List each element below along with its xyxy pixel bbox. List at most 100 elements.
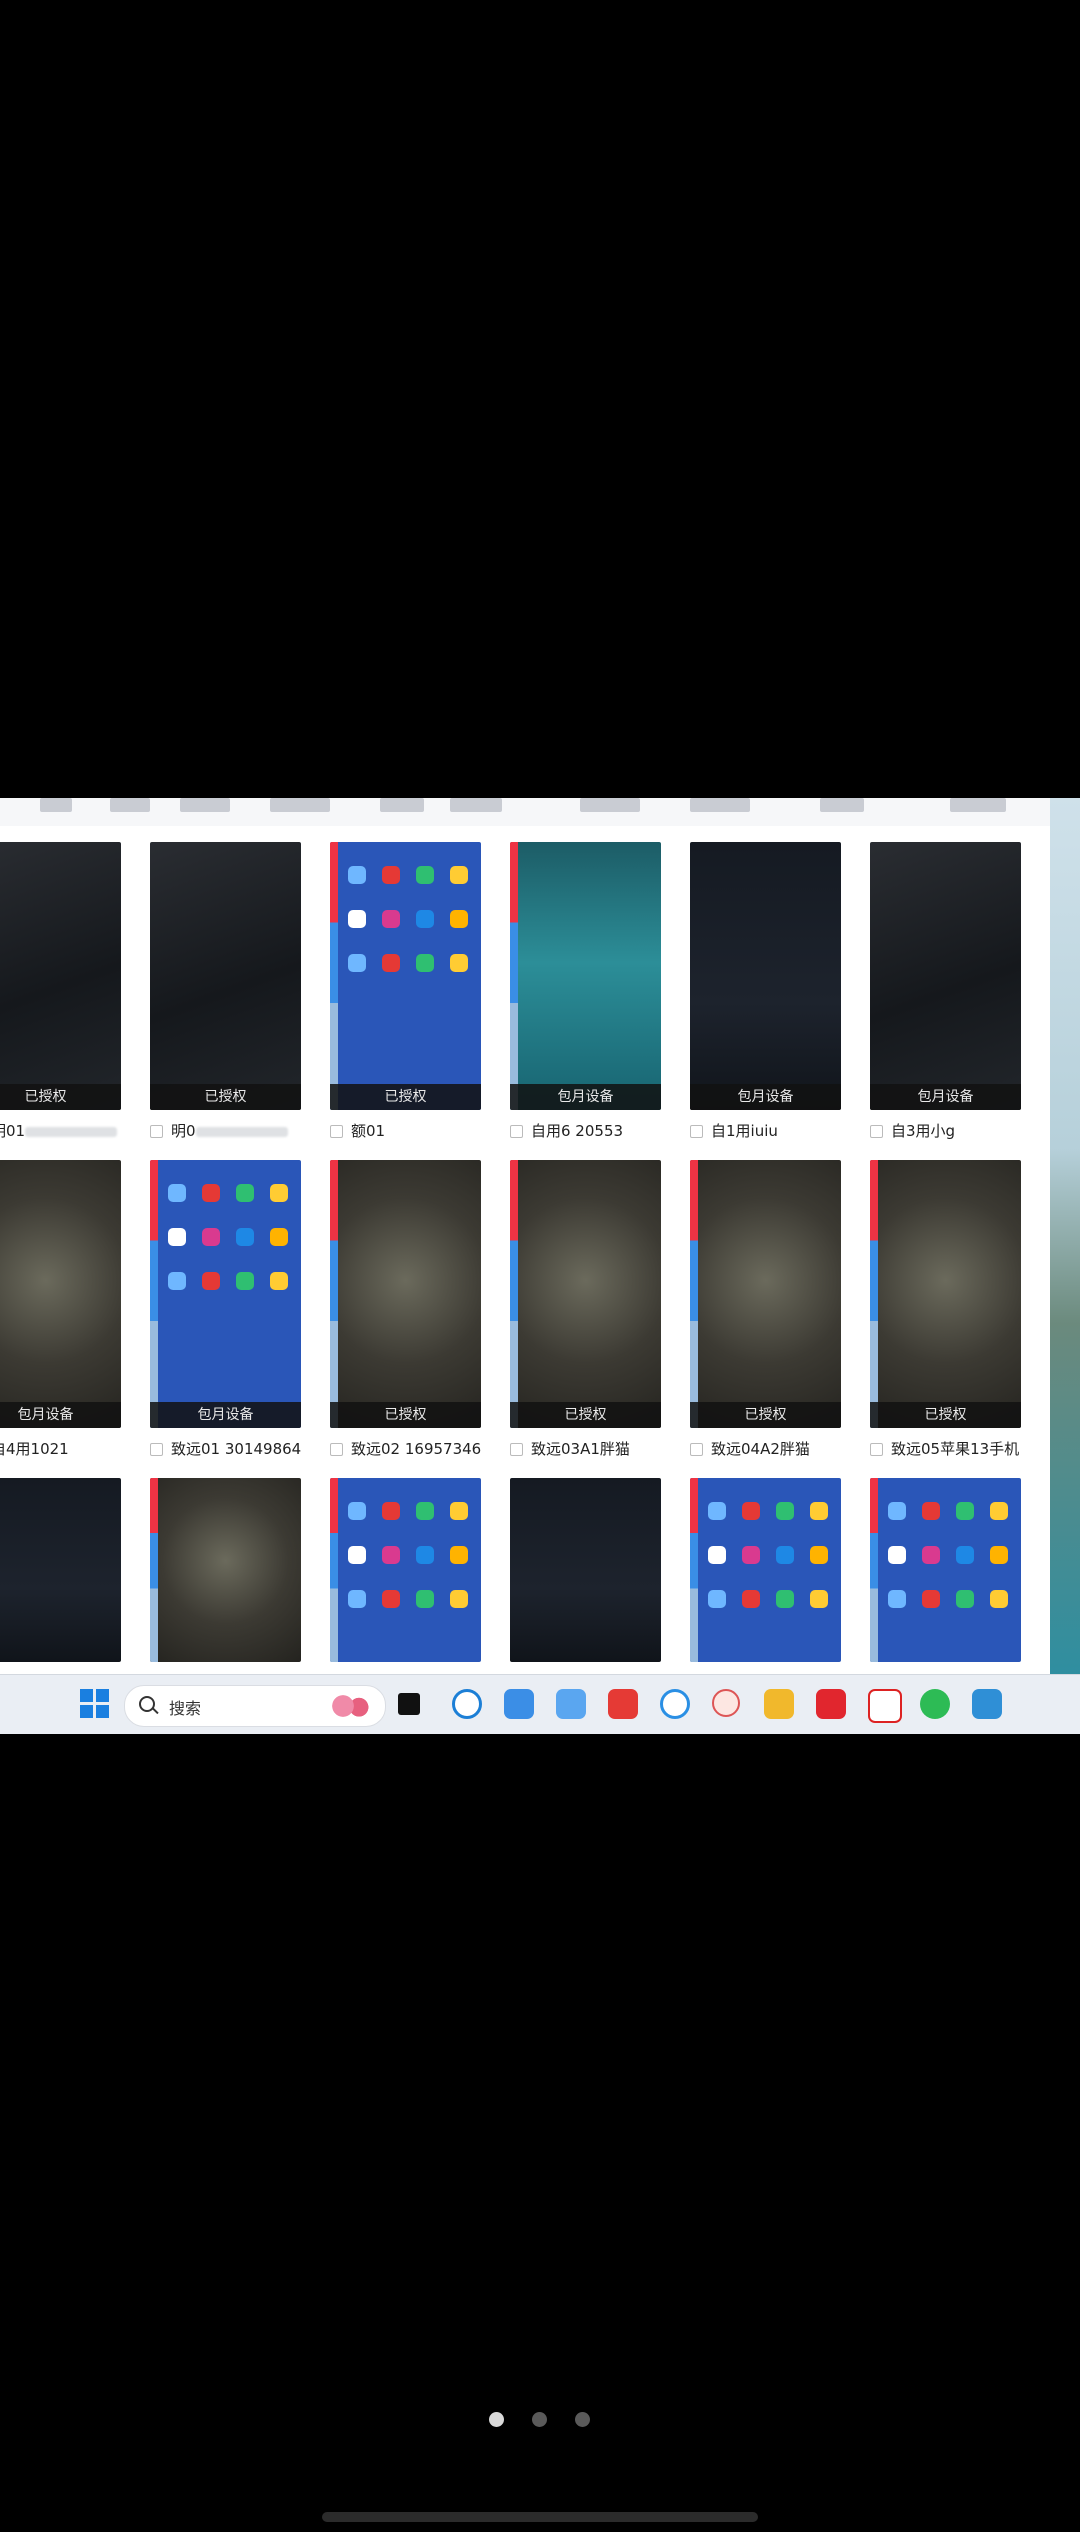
wps-icon[interactable]: [608, 1689, 638, 1719]
app-icon: [450, 954, 468, 972]
app-icon: [168, 1184, 186, 1202]
status-badge: 包月设备: [150, 1402, 301, 1428]
device-screen-thumbnail[interactable]: [510, 1478, 661, 1662]
app-icon: [168, 1228, 186, 1246]
status-strip: [690, 1478, 698, 1662]
device-screen-thumbnail[interactable]: 已授权: [510, 1160, 661, 1428]
device-name: 自1用iuiu: [690, 1120, 841, 1141]
status-badge: 已授权: [330, 1402, 481, 1428]
page-dot[interactable]: [532, 2412, 547, 2427]
stock-app-icon[interactable]: [868, 1689, 902, 1723]
device-screen-thumbnail[interactable]: 已授权: [330, 842, 481, 1110]
qq-app-icon[interactable]: [504, 1689, 534, 1719]
device-name: 致远01 30149864...: [150, 1438, 301, 1459]
device-screen-thumbnail[interactable]: 已授权: [330, 1160, 481, 1428]
app-icon: [956, 1546, 974, 1564]
status-badge: 包月设备: [510, 1084, 661, 1110]
app-icon: [202, 1228, 220, 1246]
device-screen-thumbnail[interactable]: [690, 1478, 841, 1662]
page-dot[interactable]: [489, 2412, 504, 2427]
device-screen-thumbnail[interactable]: 包月设备: [0, 1160, 121, 1428]
device-name-text: 明0: [171, 1122, 196, 1140]
device-screen-thumbnail[interactable]: 已授权: [690, 1160, 841, 1428]
select-checkbox[interactable]: [330, 1443, 343, 1456]
app-icon: [922, 1590, 940, 1608]
app-icon: [956, 1502, 974, 1520]
page-indicator: [0, 2412, 1080, 2428]
app-icon: [888, 1502, 906, 1520]
device-screen-thumbnail[interactable]: 包月设备: [510, 842, 661, 1110]
app-icon: [348, 954, 366, 972]
app-icon: [416, 1590, 434, 1608]
device-screen-thumbnail[interactable]: [0, 1478, 121, 1662]
app-icon: [348, 1590, 366, 1608]
device-name: 明0: [150, 1120, 301, 1141]
folder-icon[interactable]: [764, 1689, 794, 1719]
device-screen-thumbnail[interactable]: 已授权: [150, 842, 301, 1110]
select-checkbox[interactable]: [150, 1443, 163, 1456]
notepad-icon[interactable]: [972, 1689, 1002, 1719]
status-strip: [870, 1478, 878, 1662]
device-screen-thumbnail[interactable]: [150, 1478, 301, 1662]
select-checkbox[interactable]: [690, 1125, 703, 1138]
wechat-icon[interactable]: [920, 1689, 950, 1719]
device-screen-thumbnail[interactable]: 包月设备: [870, 842, 1021, 1110]
device-screen-thumbnail[interactable]: 包月设备: [150, 1160, 301, 1428]
status-strip: [510, 1160, 518, 1428]
background-scene: [1050, 798, 1080, 1674]
status-strip: [870, 1160, 878, 1428]
app-icon: [742, 1502, 760, 1520]
app-icon: [382, 1502, 400, 1520]
app-icon: [450, 910, 468, 928]
app-icon: [990, 1546, 1008, 1564]
device-name: 致远04A2胖猫: [690, 1438, 841, 1459]
status-badge: 包月设备: [690, 1084, 841, 1110]
select-checkbox[interactable]: [510, 1443, 523, 1456]
device-screen-thumbnail[interactable]: [330, 1478, 481, 1662]
device-name: 致远03A1胖猫: [510, 1438, 661, 1459]
app-icon: [810, 1546, 828, 1564]
home-indicator[interactable]: [322, 2512, 758, 2522]
device-name-text: 致远03A1胖猫: [531, 1440, 630, 1458]
device-name-text: 致远04A2胖猫: [711, 1440, 810, 1458]
app-icon: [708, 1590, 726, 1608]
device-screen-thumbnail[interactable]: 已授权: [0, 842, 121, 1110]
select-checkbox[interactable]: [690, 1443, 703, 1456]
app-icon: [888, 1590, 906, 1608]
app-icon: [348, 910, 366, 928]
app-icon: [708, 1546, 726, 1564]
select-checkbox[interactable]: [870, 1125, 883, 1138]
select-checkbox[interactable]: [510, 1125, 523, 1138]
cloud-app-icon[interactable]: [452, 1689, 482, 1719]
photo-app-icon[interactable]: [556, 1689, 586, 1719]
toolbar: [0, 798, 1050, 826]
device-screen-thumbnail[interactable]: [870, 1478, 1021, 1662]
device-screen-thumbnail[interactable]: 包月设备: [690, 842, 841, 1110]
app-icon: [382, 866, 400, 884]
status-strip: [330, 842, 338, 1110]
chat-app-icon[interactable]: [660, 1689, 690, 1719]
app-icon: [202, 1272, 220, 1290]
device-name-text: 自用6 20553: [531, 1122, 624, 1140]
taskbar-search[interactable]: 搜索: [124, 1685, 386, 1727]
app-icon: [810, 1502, 828, 1520]
app-icon: [450, 1546, 468, 1564]
app-icon[interactable]: [712, 1689, 740, 1717]
select-checkbox[interactable]: [870, 1443, 883, 1456]
select-checkbox[interactable]: [330, 1125, 343, 1138]
app-icon: [776, 1502, 794, 1520]
app-icon: [236, 1184, 254, 1202]
device-name: 自用6 20553: [510, 1120, 661, 1141]
wps-office-icon[interactable]: [816, 1689, 846, 1719]
app-icon: [416, 910, 434, 928]
app-icon: [708, 1502, 726, 1520]
taskview-icon[interactable]: [398, 1693, 420, 1715]
status-badge: 包月设备: [0, 1402, 121, 1428]
page-dot[interactable]: [575, 2412, 590, 2427]
select-checkbox[interactable]: [150, 1125, 163, 1138]
device-screen-thumbnail[interactable]: 已授权: [870, 1160, 1021, 1428]
start-button[interactable]: [80, 1689, 110, 1719]
taskbar: 搜索: [0, 1674, 1080, 1734]
status-badge: 已授权: [330, 1084, 481, 1110]
status-badge: 包月设备: [870, 1084, 1021, 1110]
